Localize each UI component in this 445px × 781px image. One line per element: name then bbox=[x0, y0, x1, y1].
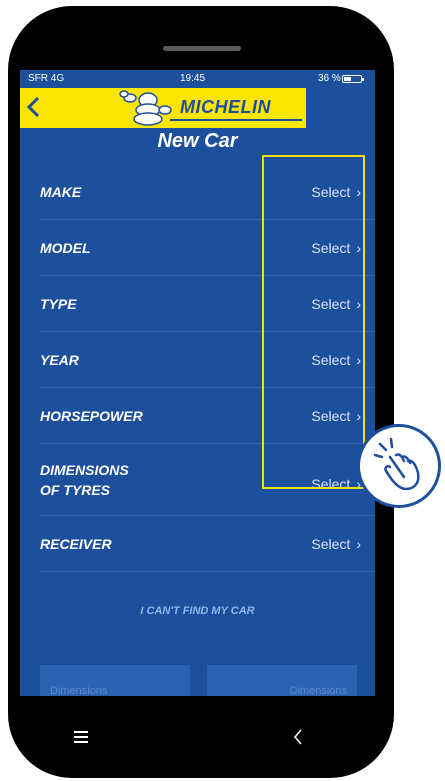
carrier-label: SFR 4G bbox=[28, 73, 65, 84]
row-label: MODEL bbox=[40, 240, 91, 256]
row-label: YEAR bbox=[40, 352, 79, 368]
row-label: TYPE bbox=[40, 296, 77, 312]
row-receiver[interactable]: RECEIVER Select › bbox=[20, 516, 375, 572]
brand-underline bbox=[170, 119, 302, 121]
select-receiver[interactable]: Select › bbox=[311, 536, 361, 552]
chevron-left-icon bbox=[26, 96, 40, 118]
tab-label: Dimensions bbox=[50, 685, 108, 696]
page-title: New Car bbox=[157, 130, 238, 152]
row-label-line2: OF TYRES bbox=[40, 482, 111, 498]
row-label: RECEIVER bbox=[40, 536, 112, 552]
tab-dimensions-left[interactable]: Dimensions bbox=[40, 665, 190, 696]
nav-back-icon[interactable] bbox=[293, 728, 303, 746]
clock: 19:45 bbox=[180, 73, 206, 84]
chevron-right-icon: › bbox=[356, 536, 361, 552]
brand-header: MICHELIN bbox=[20, 88, 375, 128]
brand-name: MICHELIN bbox=[180, 97, 271, 117]
phone-speaker bbox=[163, 46, 241, 51]
row-label: HORSEPOWER bbox=[40, 408, 143, 424]
row-label-line1: DIMENSIONS bbox=[40, 462, 129, 478]
back-button[interactable] bbox=[26, 92, 48, 122]
tap-hand-icon bbox=[357, 424, 441, 508]
hamburger-icon[interactable] bbox=[74, 730, 88, 744]
tab-label: Dimensions bbox=[289, 685, 347, 696]
row-label: MAKE bbox=[40, 184, 82, 200]
cant-find-car-link[interactable]: I CAN'T FIND MY CAR bbox=[20, 605, 375, 617]
battery-icon bbox=[342, 75, 364, 83]
divider bbox=[40, 571, 375, 572]
tab-dimensions-right[interactable]: Dimensions bbox=[207, 665, 357, 696]
status-bar: SFR 4G 19:45 36 % bbox=[20, 70, 375, 88]
select-highlight-box bbox=[262, 155, 365, 489]
battery-percent: 36 % bbox=[318, 73, 341, 84]
